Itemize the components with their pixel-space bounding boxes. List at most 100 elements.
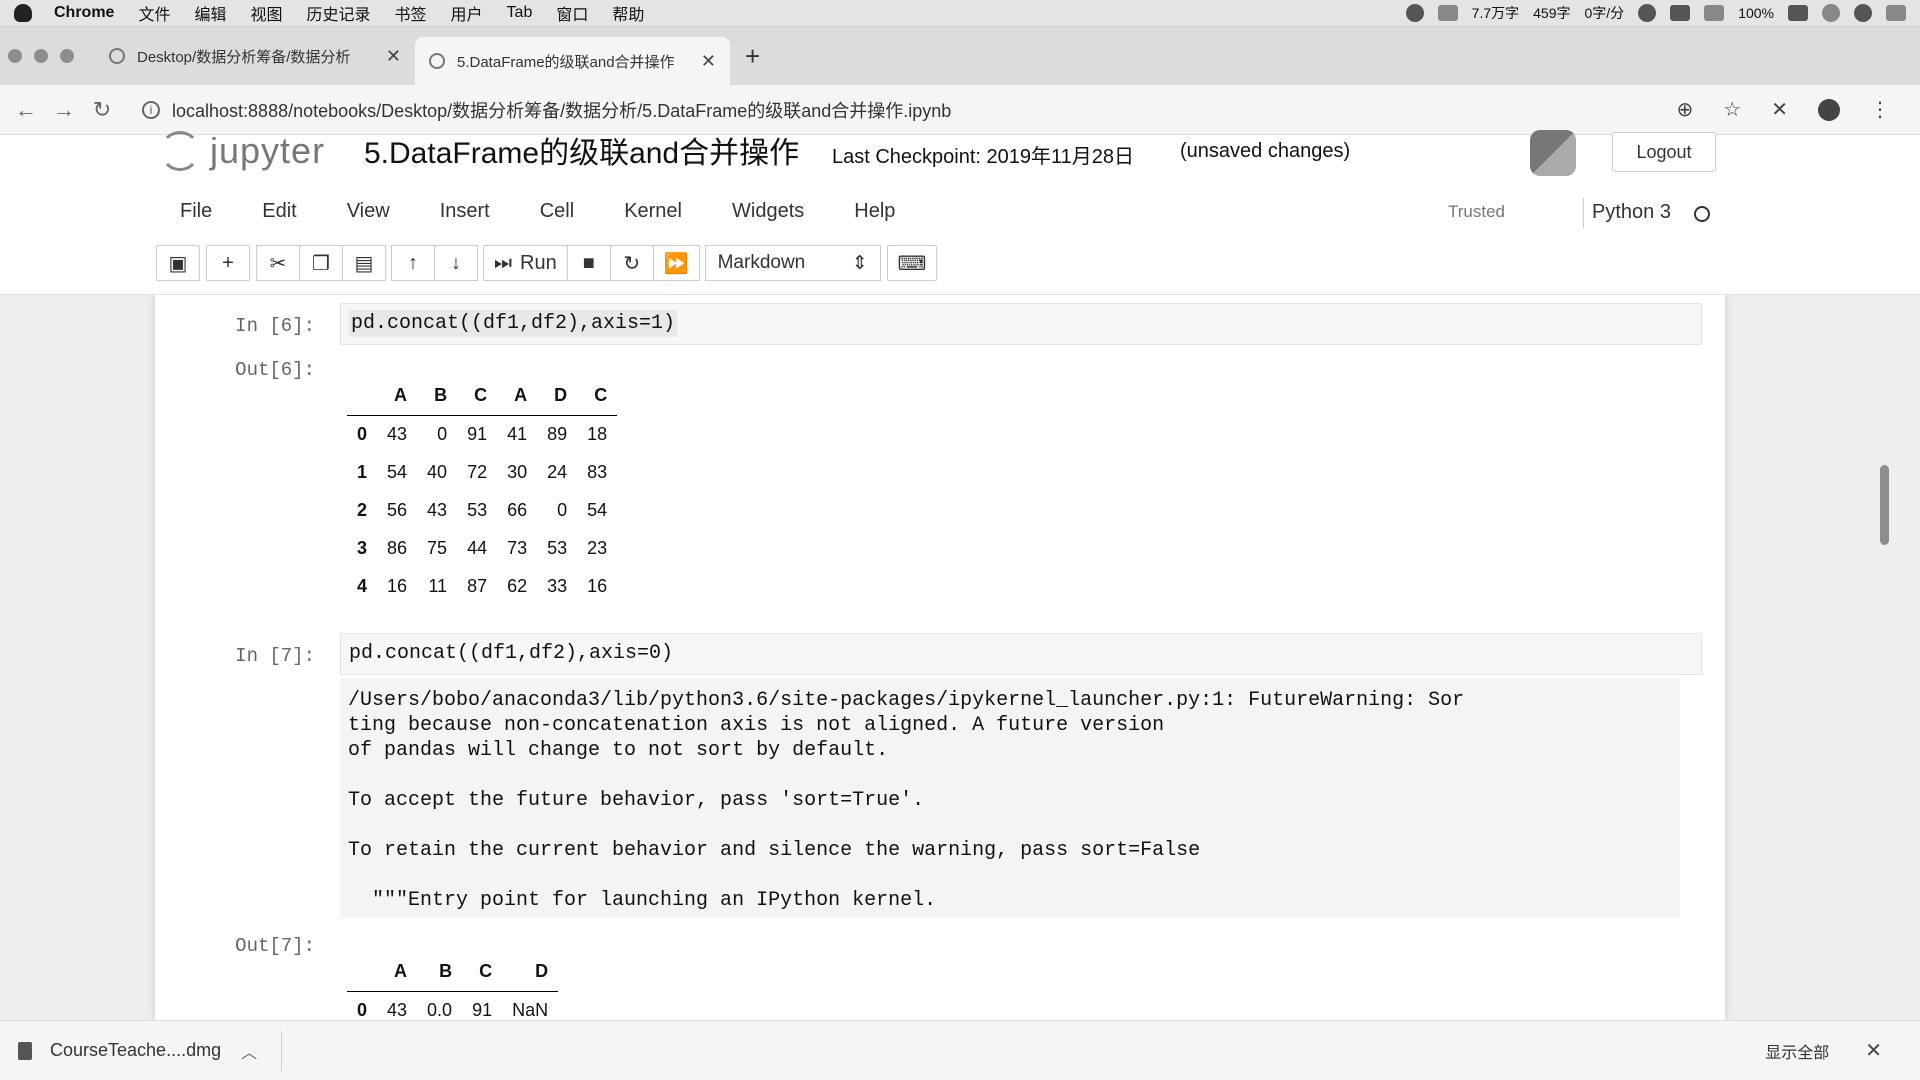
input-prompt: In [6]: (235, 315, 315, 337)
table-cell: 73 (507, 537, 528, 558)
code-text: pd.concat((df1,df2),axis=1) (349, 310, 678, 337)
forward-icon[interactable]: → (52, 97, 76, 122)
tray-app-icon[interactable] (1405, 4, 1424, 22)
tray-app-icon[interactable] (1437, 5, 1458, 21)
interrupt-button[interactable]: ■ (566, 245, 611, 281)
apple-icon[interactable] (14, 4, 32, 22)
zoom-window-button[interactable] (60, 49, 74, 63)
profile-avatar-icon[interactable] (1818, 98, 1840, 121)
column-header: B (417, 953, 463, 992)
run-button[interactable]: ⏭ Run (483, 245, 568, 281)
index-header (347, 953, 378, 992)
copy-button[interactable]: ❐ (299, 245, 343, 281)
scrollbar-thumb[interactable] (1880, 465, 1889, 545)
new-tab-button[interactable]: + (745, 41, 760, 72)
tab-title: Desktop/数据分析筹备/数据分析 (137, 48, 351, 66)
menu-kernel[interactable]: Kernel (624, 200, 682, 223)
minimize-window-button[interactable] (34, 49, 48, 63)
wifi-icon[interactable] (1638, 4, 1657, 22)
menubar-item-help[interactable]: 帮助 (612, 1, 644, 25)
tab-notebook[interactable]: 5.DataFrame的级联and合并操作 ✕ (415, 37, 730, 85)
paste-icon: ▤ (354, 252, 374, 275)
run-label: Run (520, 251, 557, 274)
address-bar[interactable]: localhost:8888/notebooks/Desktop/数据分析筹备/… (172, 97, 951, 123)
kernel-name[interactable]: Python 3 (1592, 201, 1671, 224)
menubar-item-tab[interactable]: Tab (507, 4, 533, 22)
table-row: 3 86 75 44 73 53 23 (347, 529, 617, 567)
menu-cell[interactable]: Cell (540, 200, 574, 223)
back-icon[interactable]: ← (14, 97, 38, 122)
zoom-icon[interactable]: ⊕ (1677, 97, 1694, 122)
table-cell: 75 (427, 537, 448, 558)
close-window-button[interactable] (8, 49, 22, 63)
move-up-button[interactable]: ↑ (391, 245, 435, 281)
close-icon[interactable]: ✕ (1865, 1038, 1882, 1063)
menu-widgets[interactable]: Widgets (732, 200, 804, 223)
table-cell: 0.0 (427, 999, 453, 1020)
save-button[interactable]: ▣ (156, 245, 200, 281)
restart-button[interactable]: ↻ (609, 245, 654, 281)
jupyter-logo[interactable]: jupyter (160, 130, 325, 172)
menu-help[interactable]: Help (854, 200, 895, 223)
show-all-downloads-link[interactable]: 显示全部 (1765, 1039, 1829, 1063)
browser-toolbar: ← → ↻ i localhost:8888/notebooks/Desktop… (0, 85, 1920, 135)
table-cell: 33 (547, 575, 568, 596)
trusted-indicator[interactable]: Trusted (1448, 202, 1505, 222)
arrow-up-icon: ↑ (408, 251, 418, 274)
table-row: 0 43 0 91 41 89 18 (347, 415, 617, 453)
table-cell: 56 (387, 499, 408, 520)
chrome-menu-icon[interactable]: ⋮ (1870, 97, 1890, 122)
menubar-item-people[interactable]: 用户 (451, 1, 483, 25)
volume-icon[interactable] (1704, 5, 1725, 21)
download-item[interactable]: CourseTeache....dmg (50, 1040, 221, 1061)
move-down-button[interactable]: ↓ (434, 245, 478, 281)
code-cell-input[interactable]: pd.concat((df1,df2),axis=0) (340, 633, 1702, 675)
restart-run-all-button[interactable]: ⏩ (652, 245, 700, 281)
menu-file[interactable]: File (180, 200, 212, 223)
reload-icon[interactable]: ↻ (90, 97, 114, 122)
autosave-status: (unsaved changes) (1180, 140, 1351, 162)
insert-cell-button[interactable]: + (206, 245, 250, 281)
close-tab-icon[interactable]: ✕ (701, 51, 716, 72)
chevron-up-icon[interactable]: ︿ (241, 1039, 257, 1063)
notification-center-icon[interactable] (1886, 5, 1906, 21)
close-tab-icon[interactable]: ✕ (386, 46, 401, 67)
menubar-item-window[interactable]: 窗口 (556, 1, 588, 25)
paste-button[interactable]: ▤ (342, 245, 386, 281)
table-cell: 16 (387, 575, 408, 596)
command-palette-button[interactable]: ⌨ (886, 245, 938, 281)
extension-icon[interactable]: ✕ (1771, 97, 1788, 122)
tab-desktop[interactable]: Desktop/数据分析筹备/数据分析 ✕ (95, 37, 415, 75)
battery-icon[interactable] (1788, 5, 1808, 21)
row-index: 0 (357, 423, 368, 444)
notebook-title[interactable]: 5.DataFrame的级联and合并操作 (364, 128, 799, 172)
cut-button[interactable]: ✂ (256, 245, 300, 281)
column-header: C (462, 953, 503, 992)
last-checkpoint: Last Checkpoint: 2019年11月28日 (832, 146, 1135, 168)
menubar-item-view[interactable]: 视图 (250, 1, 282, 25)
siri-icon[interactable] (1854, 4, 1872, 22)
table-cell: 87 (467, 575, 488, 596)
run-group: ⏭ Run ■ ↻ ⏩ (483, 245, 700, 281)
menubar-item-edit[interactable]: 编辑 (194, 1, 226, 25)
table-row: 0 43 0.0 91 NaN (347, 991, 558, 1020)
row-index: 0 (357, 999, 368, 1020)
airplay-icon[interactable] (1670, 5, 1691, 21)
table-row: 2 56 43 53 66 0 54 (347, 491, 617, 529)
menubar-app-name[interactable]: Chrome (54, 4, 114, 22)
logout-button[interactable]: Logout (1612, 132, 1716, 172)
bookmark-star-icon[interactable]: ☆ (1723, 97, 1741, 122)
code-cell-input[interactable]: pd.concat((df1,df2),axis=1) (340, 303, 1702, 345)
search-icon[interactable] (1822, 4, 1840, 22)
table-cell: 53 (467, 499, 488, 520)
site-info-icon[interactable]: i (142, 100, 160, 119)
menu-insert[interactable]: Insert (440, 200, 490, 223)
menubar-item-bookmarks[interactable]: 书签 (395, 1, 427, 25)
menu-edit[interactable]: Edit (262, 200, 296, 223)
column-header: A (377, 377, 418, 416)
cell-type-select[interactable]: Markdown ⇕ (704, 245, 881, 281)
menubar-item-history[interactable]: 历史记录 (307, 1, 371, 25)
menu-view[interactable]: View (347, 200, 390, 223)
jupyter-logo-icon (160, 131, 200, 171)
menubar-item-file[interactable]: 文件 (138, 1, 170, 25)
